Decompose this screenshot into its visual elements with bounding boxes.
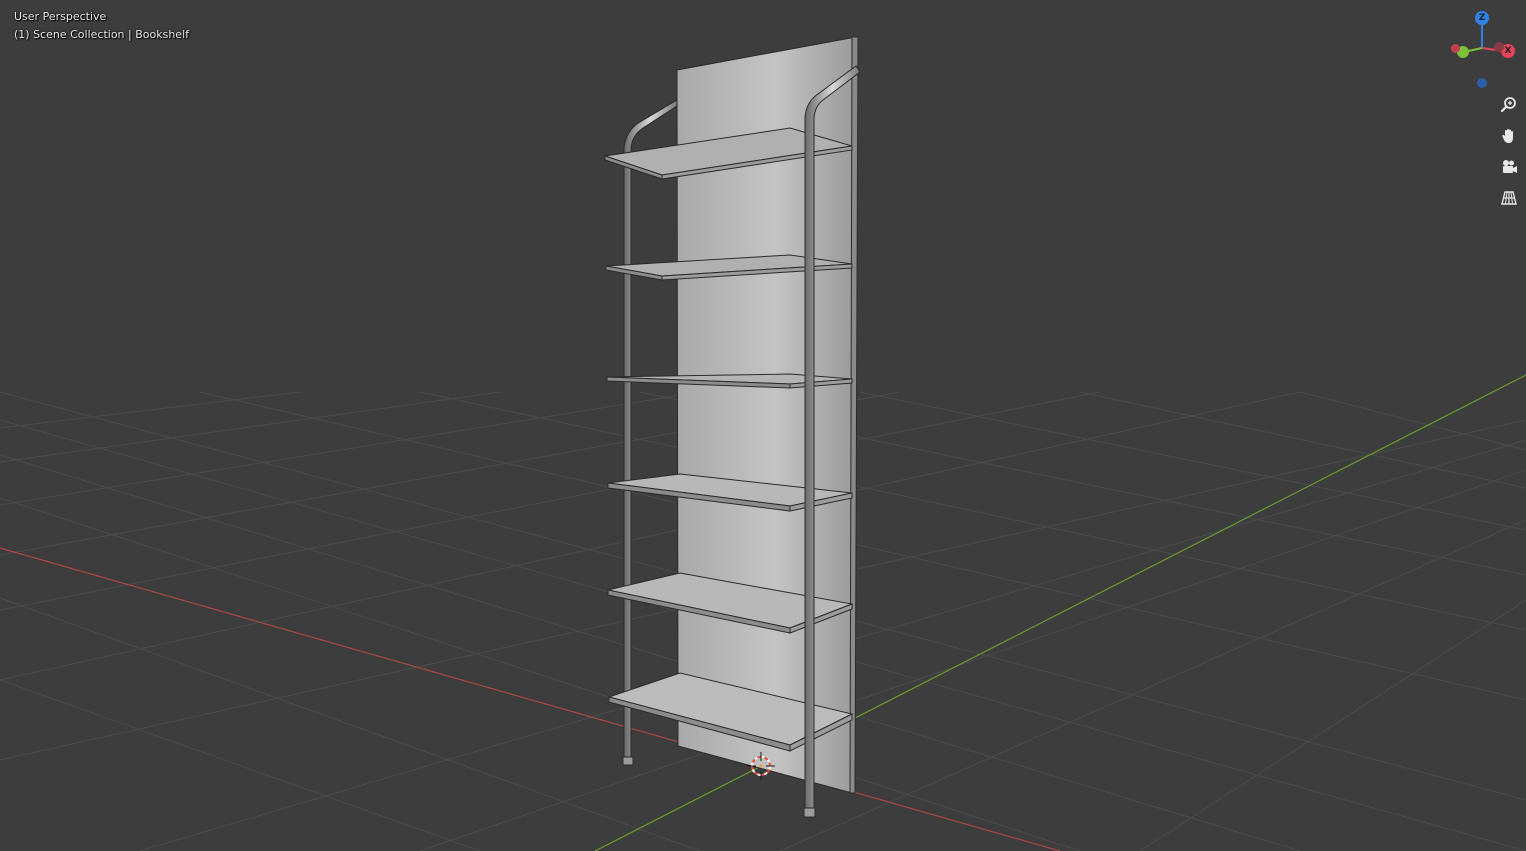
camera-view-button[interactable] <box>1496 154 1522 180</box>
perspective-toggle-button[interactable] <box>1496 185 1522 211</box>
hand-pan-icon <box>1502 129 1513 143</box>
bookshelf-left-foot <box>622 756 634 766</box>
scene-canvas[interactable] <box>0 0 1526 851</box>
view-name-label: User Perspective <box>14 10 107 23</box>
gizmo-neg-z-axis[interactable] <box>1477 78 1487 88</box>
bookshelf-mesh[interactable] <box>604 36 861 818</box>
gizmo-neg-y-axis[interactable] <box>1451 44 1460 53</box>
gizmo-z-axis[interactable]: Z <box>1475 11 1489 25</box>
x-axis-line <box>0 547 1061 851</box>
bookshelf-left-pole <box>623 99 678 765</box>
gizmo-neg-x-axis[interactable] <box>1494 42 1504 52</box>
camera-icon <box>1503 160 1517 173</box>
pan-button[interactable] <box>1496 123 1522 149</box>
scene-collection-label: (1) Scene Collection | Bookshelf <box>14 28 189 41</box>
zoom-icon <box>1500 97 1516 113</box>
bookshelf-right-foot <box>803 807 816 818</box>
3d-viewport[interactable]: User Perspective (1) Scene Collection | … <box>0 0 1526 851</box>
gizmo-z-label: Z <box>1478 13 1486 23</box>
grid-perspective-icon <box>1501 191 1517 205</box>
gizmo-x-label: X <box>1504 46 1512 56</box>
zoom-button[interactable] <box>1496 92 1522 118</box>
